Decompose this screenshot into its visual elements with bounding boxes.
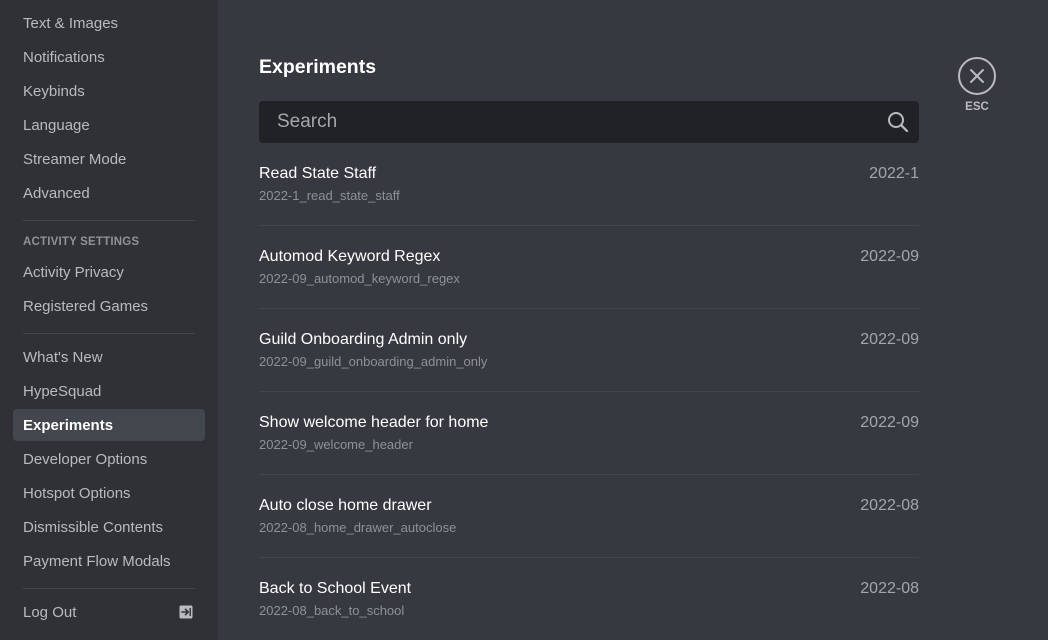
- sidebar-item-notifications[interactable]: Notifications: [13, 41, 205, 73]
- logout-icon: [179, 605, 193, 619]
- sidebar-item-hotspot-options[interactable]: Hotspot Options: [13, 477, 205, 509]
- experiment-row[interactable]: Automod Keyword Regex 2022-09_automod_ke…: [259, 226, 919, 309]
- experiment-row[interactable]: Read State Staff 2022-1_read_state_staff…: [259, 143, 919, 226]
- search-bar: [259, 101, 919, 143]
- sidebar-item-label: Payment Flow Modals: [23, 552, 171, 570]
- experiment-bucket: 2022-1: [869, 165, 919, 182]
- experiment-name: Automod Keyword Regex: [259, 248, 441, 265]
- sidebar-item-registered-games[interactable]: Registered Games: [13, 290, 205, 322]
- sidebar-section-header: ACTIVITY SETTINGS: [23, 236, 140, 248]
- sidebar-item-label: Language: [23, 116, 90, 134]
- close-button[interactable]: [958, 57, 996, 95]
- sidebar-item-label: Text & Images: [23, 14, 119, 32]
- sidebar-item-language[interactable]: Language: [13, 109, 205, 141]
- experiment-id: 2022-09_welcome_header: [259, 437, 413, 452]
- settings-content: Experiments Read State Staff 2022-1_read…: [218, 0, 1048, 640]
- sidebar-item-label: Log Out: [23, 603, 77, 621]
- sidebar-item-log-out[interactable]: Log Out: [13, 596, 205, 628]
- sidebar-item-whats-new[interactable]: What's New: [13, 341, 205, 373]
- sidebar-item-hypesquad[interactable]: HypeSquad: [13, 375, 205, 407]
- sidebar-divider: [23, 333, 195, 334]
- sidebar-item-developer-options[interactable]: Developer Options: [13, 443, 205, 475]
- sidebar-item-label: Dismissible Contents: [23, 518, 164, 536]
- sidebar-divider: [23, 588, 195, 589]
- settings-window: Text & Images Notifications Keybinds Lan…: [0, 0, 1048, 640]
- experiment-id: 2022-09_guild_onboarding_admin_only: [259, 354, 488, 369]
- esc-label: ESC: [965, 101, 989, 113]
- sidebar-item-experiments[interactable]: Experiments: [13, 409, 205, 441]
- experiment-row[interactable]: Show welcome header for home 2022-09_wel…: [259, 392, 919, 475]
- experiment-bucket: 2022-09: [860, 414, 919, 431]
- sidebar-item-label: Advanced: [23, 184, 90, 202]
- experiment-row[interactable]: Back to School Event 2022-08_back_to_sch…: [259, 558, 919, 640]
- experiment-id: 2022-1_read_state_staff: [259, 188, 400, 203]
- sidebar-item-streamer-mode[interactable]: Streamer Mode: [13, 143, 205, 175]
- page-title: Experiments: [259, 56, 377, 78]
- experiment-id: 2022-09_automod_keyword_regex: [259, 271, 460, 286]
- experiment-bucket: 2022-09: [860, 248, 919, 265]
- search-input[interactable]: [259, 101, 879, 143]
- experiment-row[interactable]: Guild Onboarding Admin only 2022-09_guil…: [259, 309, 919, 392]
- sidebar-item-payment-flow-modals[interactable]: Payment Flow Modals: [13, 545, 205, 577]
- experiment-name: Back to School Event: [259, 580, 412, 597]
- sidebar-item-activity-privacy[interactable]: Activity Privacy: [13, 256, 205, 288]
- sidebar-item-label: Experiments: [23, 416, 114, 434]
- close-icon: [970, 69, 984, 83]
- sidebar-item-keybinds[interactable]: Keybinds: [13, 75, 205, 107]
- sidebar-item-label: Keybinds: [23, 82, 85, 100]
- experiment-name: Guild Onboarding Admin only: [259, 331, 468, 348]
- sidebar-item-label: Hotspot Options: [23, 484, 131, 502]
- experiment-name: Read State Staff: [259, 165, 377, 182]
- experiment-bucket: 2022-08: [860, 497, 919, 514]
- experiment-name: Auto close home drawer: [259, 497, 432, 514]
- sidebar-item-label: Activity Privacy: [23, 263, 124, 281]
- sidebar-item-text-images[interactable]: Text & Images: [13, 7, 205, 39]
- sidebar-divider: [23, 220, 195, 221]
- sidebar-item-label: Streamer Mode: [23, 150, 127, 168]
- sidebar-item-label: HypeSquad: [23, 382, 102, 400]
- experiment-row[interactable]: Auto close home drawer 2022-08_home_draw…: [259, 475, 919, 558]
- sidebar-item-label: Notifications: [23, 48, 105, 66]
- sidebar-item-label: Developer Options: [23, 450, 148, 468]
- experiment-bucket: 2022-08: [860, 580, 919, 597]
- experiment-id: 2022-08_back_to_school: [259, 603, 405, 618]
- experiment-name: Show welcome header for home: [259, 414, 489, 431]
- close-settings: ESC: [958, 57, 996, 113]
- experiment-list: Read State Staff 2022-1_read_state_staff…: [259, 143, 919, 640]
- sidebar-item-label: What's New: [23, 348, 103, 366]
- search-icon[interactable]: [887, 111, 909, 133]
- settings-sidebar: Text & Images Notifications Keybinds Lan…: [0, 0, 218, 640]
- experiment-bucket: 2022-09: [860, 331, 919, 348]
- sidebar-item-advanced[interactable]: Advanced: [13, 177, 205, 209]
- sidebar-item-dismissible-contents[interactable]: Dismissible Contents: [13, 511, 205, 543]
- sidebar-item-label: Registered Games: [23, 297, 149, 315]
- experiment-id: 2022-08_home_drawer_autoclose: [259, 520, 457, 535]
